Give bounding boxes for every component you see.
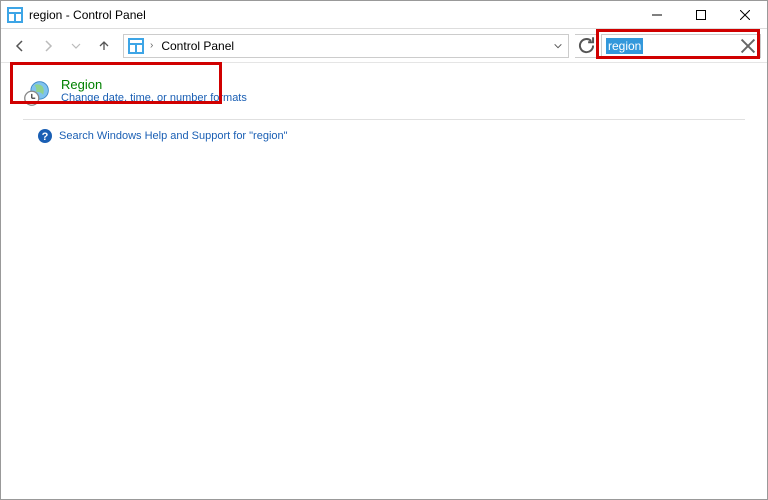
search-box[interactable]: region [601, 34, 761, 58]
back-button[interactable] [7, 33, 33, 59]
svg-text:?: ? [42, 131, 49, 143]
globe-clock-icon [23, 79, 51, 107]
result-subtitle-link[interactable]: Change date, time, or number formats [61, 92, 247, 104]
help-search-link[interactable]: Search Windows Help and Support for "reg… [59, 130, 288, 142]
breadcrumb-sep-icon[interactable]: › [150, 40, 153, 51]
result-text: Region Change date, time, or number form… [61, 77, 247, 104]
breadcrumb-item[interactable]: Control Panel [161, 39, 234, 53]
up-button[interactable] [91, 33, 117, 59]
titlebar: region - Control Panel [1, 1, 767, 29]
recent-dropdown-icon[interactable] [63, 33, 89, 59]
clear-search-icon[interactable] [740, 38, 756, 54]
refresh-button[interactable] [575, 34, 599, 58]
breadcrumb[interactable]: Control Panel [159, 39, 546, 53]
address-bar[interactable]: › Control Panel [123, 34, 569, 58]
window-title: region - Control Panel [29, 8, 635, 22]
window-controls [635, 1, 767, 28]
search-result-region[interactable]: Region Change date, time, or number form… [23, 73, 745, 117]
content-area: Region Change date, time, or number form… [1, 63, 767, 499]
search-input[interactable]: region [606, 38, 643, 54]
address-dropdown-icon[interactable] [552, 34, 564, 58]
control-panel-icon [7, 7, 23, 23]
toolbar: › Control Panel region [1, 29, 767, 63]
maximize-button[interactable] [679, 1, 723, 29]
help-row: ? Search Windows Help and Support for "r… [23, 128, 745, 144]
divider [23, 119, 745, 120]
help-icon: ? [37, 128, 53, 144]
control-panel-icon [128, 38, 144, 54]
minimize-button[interactable] [635, 1, 679, 29]
close-button[interactable] [723, 1, 767, 29]
forward-button[interactable] [35, 33, 61, 59]
result-title[interactable]: Region [61, 77, 247, 92]
